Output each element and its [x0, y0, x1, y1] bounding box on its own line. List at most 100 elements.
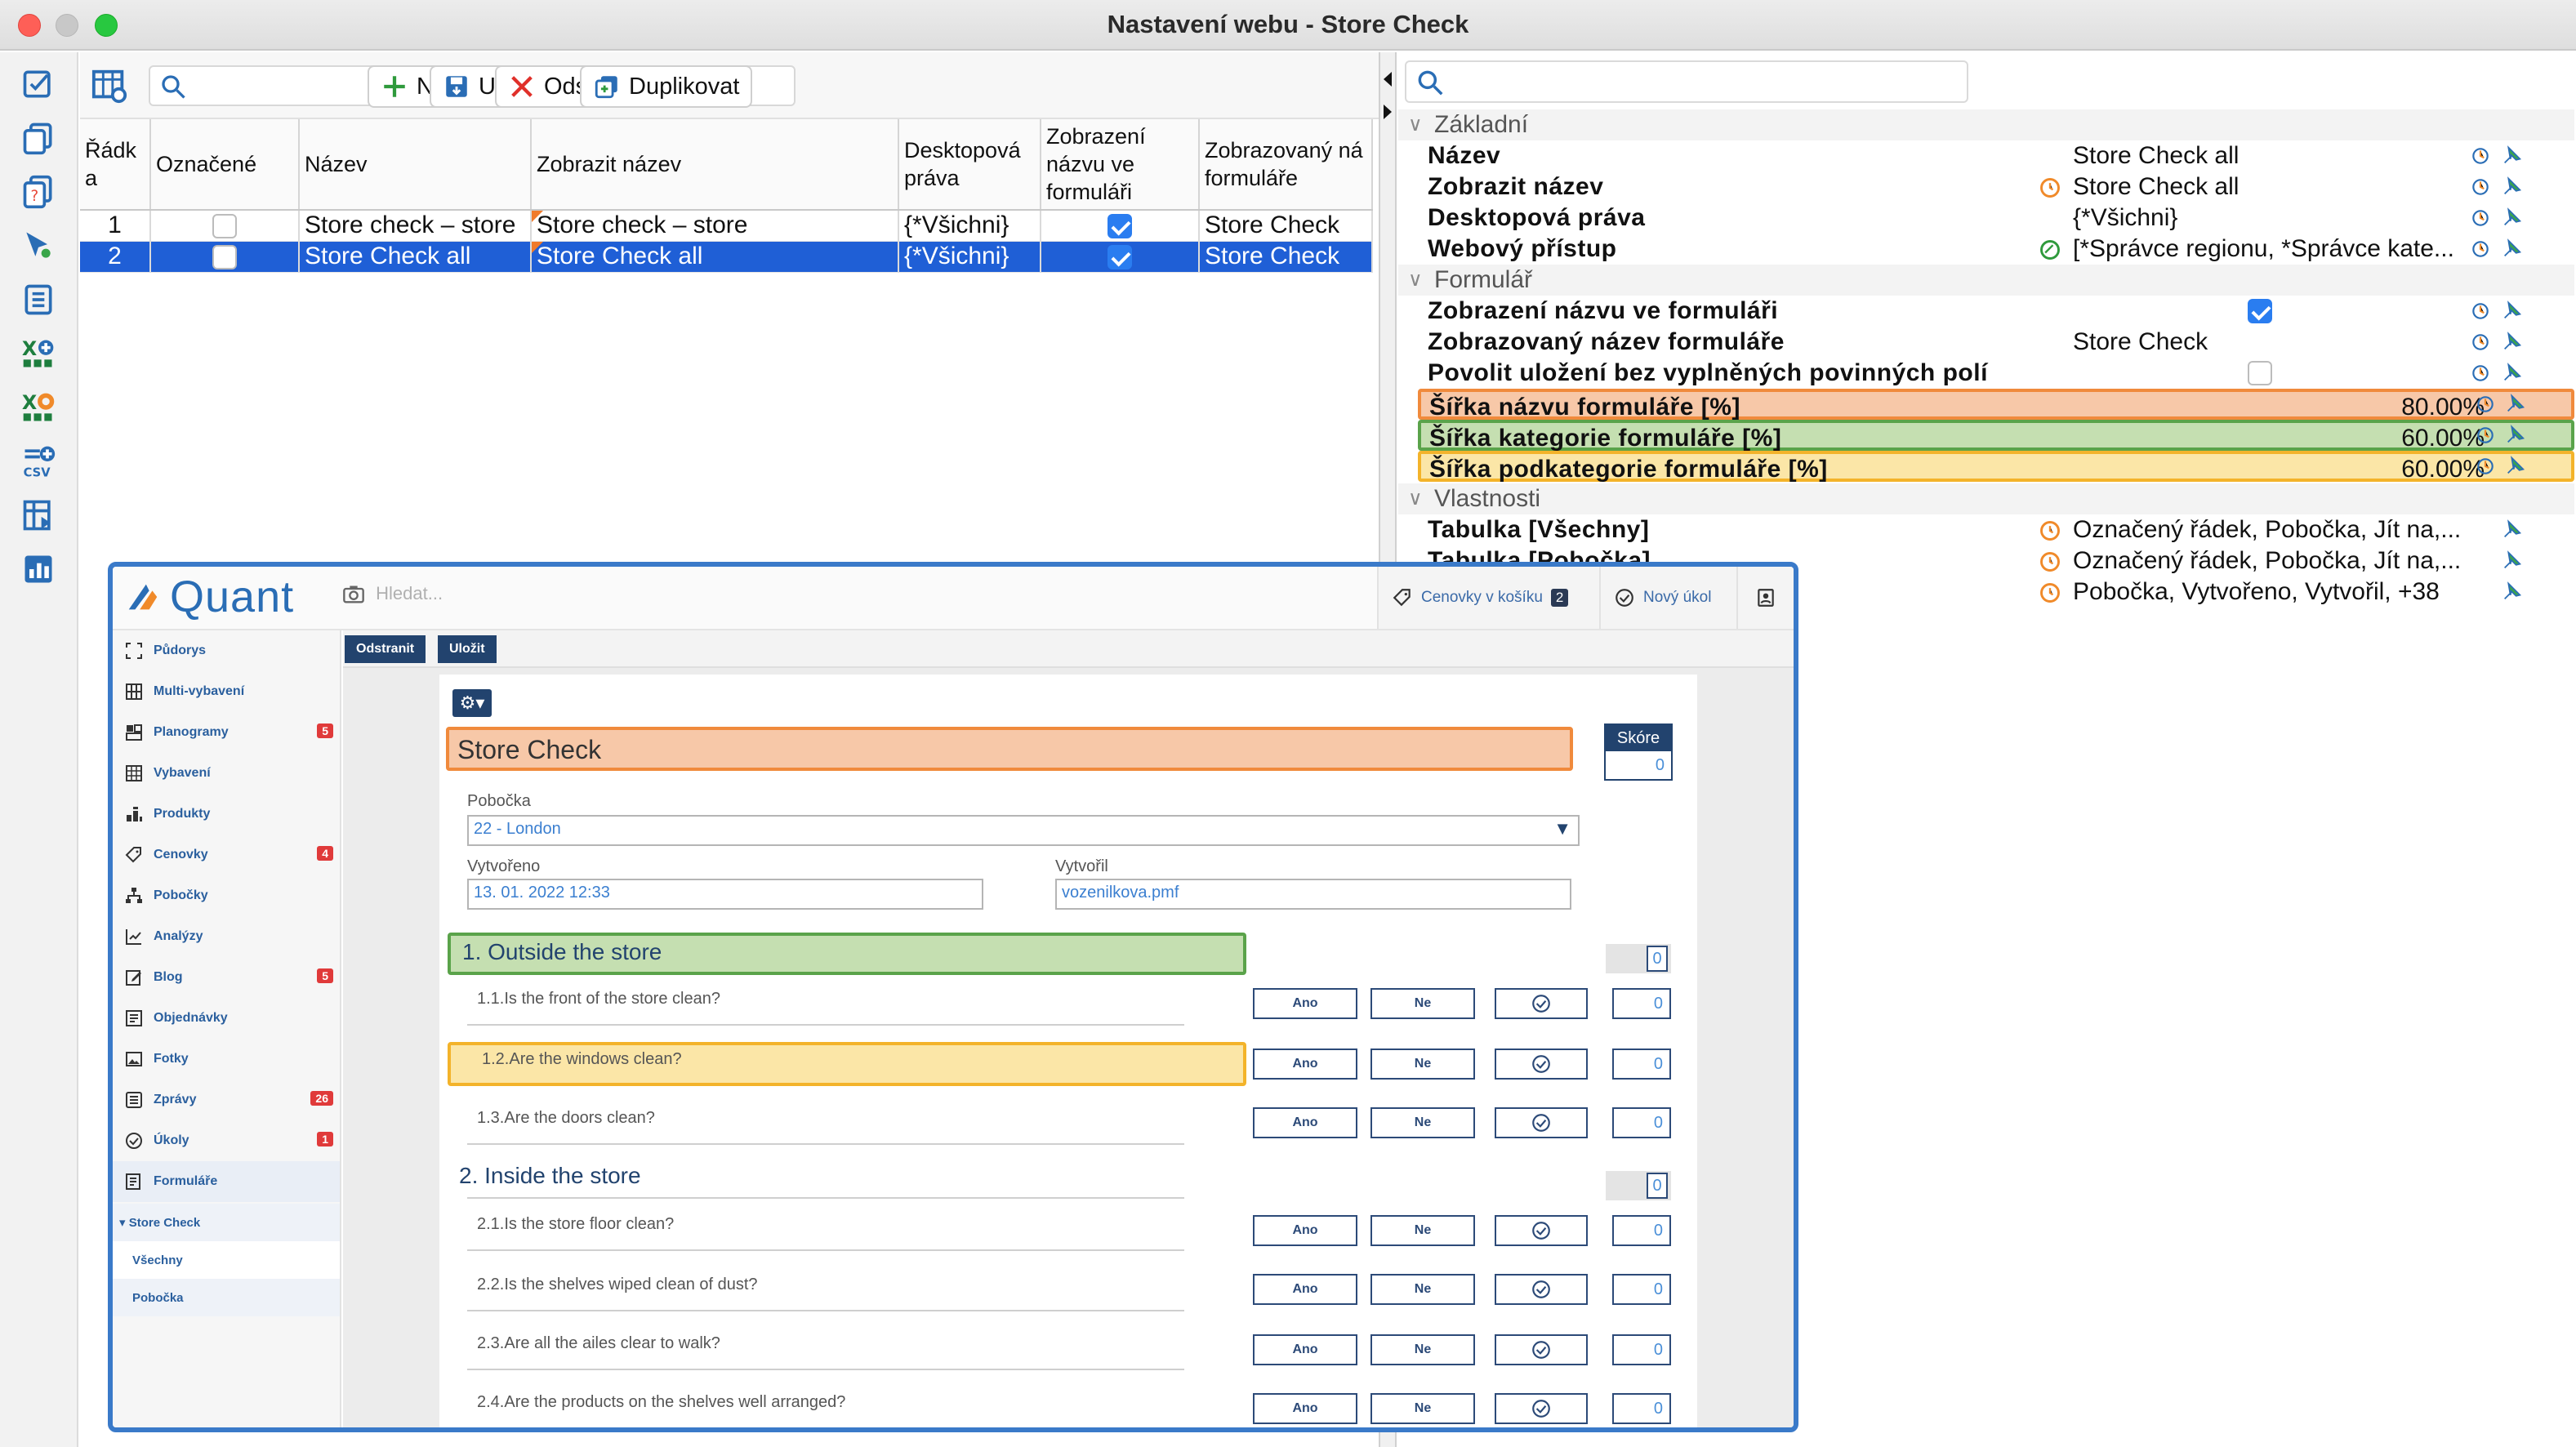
na-button[interactable]	[1495, 1049, 1588, 1080]
score-input[interactable]: 0	[1612, 1393, 1671, 1424]
webapp-delete-button[interactable]: Odstranit	[345, 635, 426, 663]
yes-button[interactable]: Ano	[1253, 1334, 1357, 1365]
prop-row-allow-save[interactable]: Povolit uložení bez vyplněných povinných…	[1398, 358, 2574, 389]
sidebar-item-price-tags[interactable]: Cenovky 4	[113, 835, 340, 875]
reset-icon[interactable]	[2475, 394, 2496, 415]
yes-button[interactable]: Ano	[1253, 1107, 1357, 1138]
pin-icon[interactable]	[2501, 299, 2524, 322]
allow-save-checkbox[interactable]	[2248, 361, 2272, 385]
reset-icon[interactable]	[2475, 456, 2496, 477]
na-button[interactable]	[1495, 988, 1588, 1019]
table-row[interactable]: 1 Store check – store Store check – stor…	[80, 210, 1373, 242]
sidebar-item-multi-equipment[interactable]: Multi-vybavení	[113, 671, 340, 712]
prop-row-name[interactable]: Název Store Check all	[1398, 140, 2574, 171]
sidebar-item-messages[interactable]: Zprávy 26	[113, 1080, 340, 1120]
yes-button[interactable]: Ano	[1253, 1215, 1357, 1246]
sidebar-item-planograms[interactable]: Planogramy 5	[113, 712, 340, 753]
col-header-marked[interactable]: Označené	[150, 119, 300, 211]
collapse-right-icon[interactable]	[1384, 105, 1392, 119]
excel-settings-icon[interactable]: X	[20, 389, 57, 426]
cell-form-name[interactable]: Store Check	[1199, 210, 1373, 242]
chevron-down-icon[interactable]: ∨	[1408, 113, 1423, 136]
group-basic[interactable]: ∨ Základní	[1398, 109, 2574, 140]
cell-marked[interactable]	[150, 210, 300, 242]
pin-icon[interactable]	[2501, 206, 2524, 229]
no-button[interactable]: Ne	[1370, 1049, 1475, 1080]
yes-button[interactable]: Ano	[1253, 988, 1357, 1019]
sidebar-item-equipment[interactable]: Vybavení	[113, 753, 340, 794]
cell-marked[interactable]	[150, 241, 300, 273]
sidebar-item-analytics[interactable]: Analýzy	[113, 916, 340, 957]
access-edited-icon[interactable]	[2039, 238, 2061, 261]
score-input[interactable]: 0	[1612, 1049, 1671, 1080]
sidebar-subitem-all[interactable]: Všechny	[113, 1241, 340, 1279]
score-input[interactable]: 0	[1612, 1107, 1671, 1138]
reset-icon[interactable]	[2470, 176, 2491, 198]
gear-icon[interactable]: ⚙▾	[452, 689, 492, 717]
na-button[interactable]	[1495, 1215, 1588, 1246]
show-name-checkbox[interactable]	[1108, 245, 1132, 270]
cell-name[interactable]: Store Check all	[299, 241, 532, 273]
cell-desktop-rights[interactable]: {*Všichni}	[898, 241, 1041, 273]
cell-display-name[interactable]: Store check – store	[531, 210, 899, 242]
prop-row-table-all[interactable]: Tabulka [Všechny] Označený řádek, Pobočk…	[1398, 514, 2574, 545]
table-row-selected[interactable]: 2 Store Check all Store Check all {*Všic…	[80, 241, 1373, 273]
prop-row-form-display-name[interactable]: Zobrazovaný název formuláře Store Check	[1398, 327, 2574, 358]
prop-row-desktop-rights[interactable]: Desktopová práva {*Všichni}	[1398, 203, 2574, 234]
reset-icon[interactable]	[2470, 301, 2491, 322]
pin-icon[interactable]	[2501, 518, 2524, 541]
reset-icon[interactable]	[2470, 207, 2491, 229]
quant-logo[interactable]: Quant	[170, 572, 294, 622]
pin-icon[interactable]	[2501, 330, 2524, 353]
sidebar-item-tasks[interactable]: Úkoly 1	[113, 1120, 340, 1161]
group-properties[interactable]: ∨ Vlastnosti	[1398, 483, 2574, 514]
chevron-down-icon[interactable]: ∨	[1408, 268, 1423, 292]
branch-select[interactable]: 22 - London ▼	[467, 815, 1580, 846]
translation-icon[interactable]	[2039, 550, 2061, 573]
grid-settings-icon[interactable]	[90, 67, 129, 105]
pin-icon[interactable]	[2504, 454, 2527, 477]
reset-icon[interactable]	[2470, 363, 2491, 384]
score-input[interactable]: 0	[1612, 988, 1671, 1019]
created-field[interactable]: 13. 01. 2022 12:33	[467, 879, 983, 910]
webapp-search[interactable]: Hledat...	[341, 583, 443, 606]
excel-import-icon[interactable]: X	[20, 335, 57, 372]
score-input[interactable]: 0	[1612, 1334, 1671, 1365]
prop-row-web-access[interactable]: Webový přístup [*Správce regionu, *Správ…	[1398, 234, 2574, 265]
pin-icon[interactable]	[2504, 423, 2527, 446]
document-list-icon[interactable]	[20, 281, 57, 318]
duplicate-button[interactable]: Duplikovat	[580, 65, 753, 108]
pin-icon[interactable]	[2504, 392, 2527, 415]
new-task-button[interactable]: Nový úkol	[1599, 567, 1736, 629]
no-button[interactable]: Ne	[1370, 1393, 1475, 1424]
sidebar-item-branches[interactable]: Pobočky	[113, 875, 340, 916]
cell-show-name[interactable]	[1041, 210, 1200, 242]
col-header-form-name[interactable]: Zobrazovaný ná formuláře	[1199, 119, 1373, 211]
translation-icon[interactable]	[2039, 176, 2061, 199]
prop-row-display-name[interactable]: Zobrazit název Store Check all	[1398, 171, 2574, 203]
col-header-show-name[interactable]: Zobrazení názvu ve formuláři	[1041, 119, 1200, 211]
show-name-checkbox[interactable]	[1108, 214, 1132, 239]
cursor-click-icon[interactable]	[20, 227, 57, 265]
sidebar-item-floorplan[interactable]: Půdorys	[113, 630, 340, 671]
sidebar-item-products[interactable]: Produkty	[113, 794, 340, 835]
prop-row-show-name[interactable]: Zobrazení názvu ve formuláři	[1398, 296, 2574, 327]
reset-icon[interactable]	[2475, 425, 2496, 446]
marked-checkbox[interactable]	[212, 245, 237, 270]
col-header-desktop-rights[interactable]: Desktopová práva	[898, 119, 1041, 211]
sidebar-item-orders[interactable]: Objednávky	[113, 998, 340, 1039]
collapse-left-icon[interactable]	[1384, 72, 1392, 87]
na-button[interactable]	[1495, 1393, 1588, 1424]
marked-checkbox[interactable]	[212, 214, 237, 239]
pin-icon[interactable]	[2501, 361, 2524, 384]
bar-chart-icon[interactable]	[20, 550, 57, 588]
sidebar-item-photos[interactable]: Fotky	[113, 1039, 340, 1080]
no-button[interactable]: Ne	[1370, 1107, 1475, 1138]
table-export-icon[interactable]	[20, 496, 57, 534]
cart-button[interactable]: Cenovky v košíku 2	[1377, 567, 1599, 629]
no-button[interactable]: Ne	[1370, 1215, 1475, 1246]
reset-icon[interactable]	[2470, 145, 2491, 167]
no-button[interactable]: Ne	[1370, 988, 1475, 1019]
checklist-icon[interactable]	[20, 65, 57, 103]
help-document-icon[interactable]: ?	[20, 173, 57, 211]
